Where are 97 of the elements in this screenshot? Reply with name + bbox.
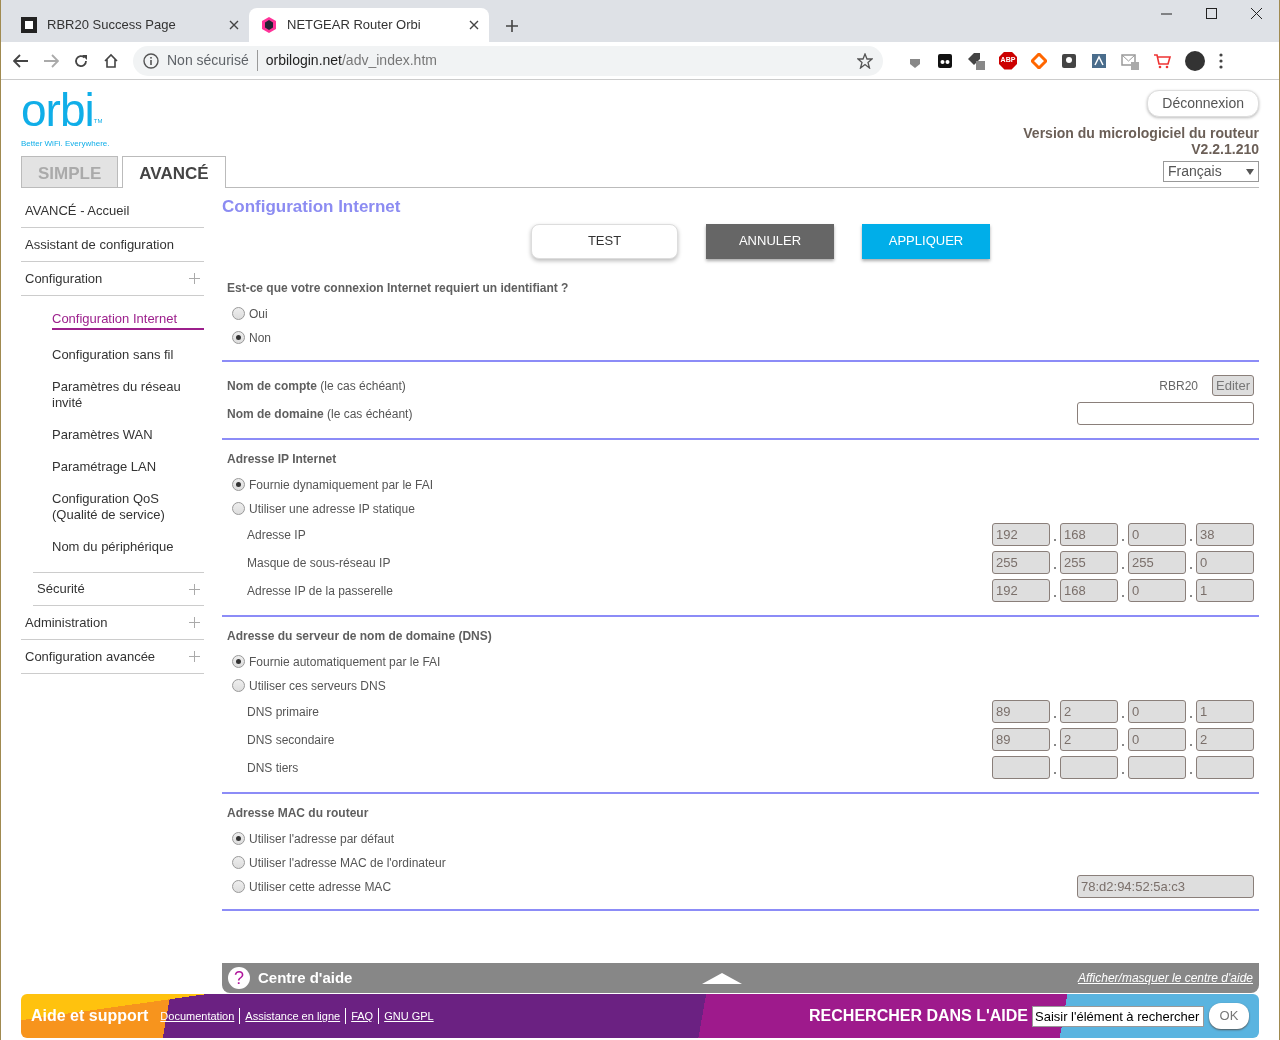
sidebar-subitem[interactable]: Paramètres du réseau invité: [52, 372, 204, 418]
address-bar[interactable]: Non sécurisé orbilogin.net/adv_index.htm: [133, 45, 883, 76]
radio-label: Utiliser une adresse IP statique: [249, 500, 415, 518]
radio-button[interactable]: [232, 856, 245, 869]
sidebar-subitem[interactable]: Paramètres WAN: [52, 420, 204, 450]
field-label: Nom de domaine (le cas échéant): [227, 405, 413, 423]
radio-button[interactable]: [232, 502, 245, 515]
favicon-icon: [261, 17, 277, 33]
tag-icon[interactable]: [967, 51, 985, 70]
back-arrow-icon[interactable]: [13, 53, 29, 68]
collapse-arrow-icon[interactable]: [702, 972, 743, 984]
field-label: DNS secondaire: [247, 731, 335, 749]
star-icon[interactable]: [857, 52, 873, 69]
domain-name-field[interactable]: [1077, 402, 1254, 425]
section-title: Est-ce que votre connexion Internet requiert un identifiant ?: [227, 279, 570, 297]
close-icon[interactable]: [469, 20, 479, 30]
cart-icon[interactable]: [1153, 52, 1171, 69]
section-title: Adresse IP Internet: [227, 450, 338, 468]
footer-title: Aide et support: [31, 1006, 149, 1026]
footer-link[interactable]: Assistance en ligne: [239, 1007, 346, 1025]
action-button[interactable]: ANNULER: [706, 223, 834, 259]
new-tab-icon[interactable]: [505, 18, 519, 33]
sidebar-item[interactable]: Configuration: [21, 262, 204, 296]
sidebar-subitem[interactable]: Nom du périphérique: [52, 532, 204, 562]
plus-icon[interactable]: [189, 651, 200, 662]
radio-label: Fournie dynamiquement par le FAI: [249, 476, 434, 494]
firmware-label: Version du micrologiciel du routeur: [1023, 125, 1259, 141]
browser-tab[interactable]: NETGEAR Router Orbi: [249, 8, 489, 42]
close-icon[interactable]: [1251, 8, 1262, 19]
favicon-icon: [21, 17, 37, 33]
radio-button[interactable]: [232, 307, 245, 320]
plus-icon[interactable]: [189, 583, 200, 595]
menu-icon[interactable]: [1219, 52, 1223, 69]
radio-label: Utiliser l'adresse MAC de l'ordinateur: [249, 854, 446, 872]
search-ok-button[interactable]: OK: [1209, 1003, 1249, 1029]
field-label: Adresse IP de la passerelle: [247, 582, 393, 600]
diamond-icon[interactable]: [1031, 52, 1047, 69]
field-label: Nom de compte (le cas échéant): [227, 377, 406, 395]
sidebar-subitem[interactable]: Configuration Internet: [52, 304, 204, 330]
firmware-version: V2.2.1.210: [1191, 141, 1259, 157]
account-value: RBR20: [1159, 377, 1199, 395]
avatar-icon[interactable]: [1185, 50, 1205, 71]
help-center-title: Centre d'aide: [258, 967, 353, 988]
help-search-label: RECHERCHER DANS L'AIDE: [809, 1006, 1028, 1026]
radio-button[interactable]: [232, 832, 245, 845]
radio-label: Utiliser l'adresse par défaut: [249, 830, 395, 848]
sidebar-item[interactable]: Configuration avancée: [21, 640, 204, 674]
radio-label: Fournie automatiquement par le FAI: [249, 653, 441, 671]
radio-button[interactable]: [232, 655, 245, 668]
reload-icon[interactable]: [73, 52, 89, 69]
field-label: Adresse IP: [247, 526, 306, 544]
dropdown-caret-icon: [1246, 168, 1254, 175]
radio-label: Oui: [249, 305, 268, 323]
radio-label: Utiliser ces serveurs DNS: [249, 677, 386, 695]
help-icon[interactable]: ?: [228, 967, 250, 989]
url-text: orbilogin.net/adv_index.htm: [265, 51, 438, 70]
action-button[interactable]: TEST: [531, 223, 678, 259]
field-label: DNS primaire: [247, 703, 319, 721]
sidebar-item[interactable]: Assistant de configuration: [21, 228, 204, 262]
forward-arrow-icon[interactable]: [43, 53, 59, 68]
field-label: Masque de sous-réseau IP: [247, 554, 391, 572]
radio-label: Non: [249, 329, 271, 347]
logout-button[interactable]: Déconnexion: [1147, 90, 1259, 117]
section-title: Adresse du serveur de nom de domaine (DNS): [227, 627, 493, 645]
section-title: Adresse MAC du routeur: [227, 804, 370, 822]
glasses-icon[interactable]: [937, 52, 953, 69]
mode-tab[interactable]: AVANCÉ: [122, 156, 226, 188]
sidebar-item[interactable]: Administration: [21, 606, 204, 640]
security-status: Non sécurisé: [167, 50, 258, 71]
language-select[interactable]: Français: [1163, 161, 1259, 182]
home-icon[interactable]: [103, 52, 119, 69]
help-toggle-link[interactable]: Afficher/masquer le centre d'aide: [1077, 969, 1253, 987]
edit-button[interactable]: Editer: [1212, 374, 1254, 397]
maximize-icon[interactable]: [1206, 8, 1217, 19]
sidebar-subitem[interactable]: Paramétrage LAN: [52, 452, 204, 482]
sidebar-subitem[interactable]: Configuration sans fil: [52, 340, 204, 370]
radio-button[interactable]: [232, 679, 245, 692]
plus-icon[interactable]: [189, 273, 200, 284]
footer-link[interactable]: FAQ: [345, 1007, 379, 1025]
sidebar-item[interactable]: AVANCÉ - Accueil: [21, 194, 204, 228]
page-title: Configuration Internet: [222, 196, 402, 218]
sidebar-subitem[interactable]: Configuration QoS (Qualité de service): [52, 484, 204, 530]
mail-icon[interactable]: [1121, 51, 1139, 70]
plus-icon[interactable]: [189, 617, 200, 628]
footer-link[interactable]: GNU GPL: [378, 1007, 439, 1025]
radio-button[interactable]: [232, 331, 245, 344]
radio-button[interactable]: [232, 478, 245, 491]
browser-tab[interactable]: RBR20 Success Page: [9, 8, 249, 42]
info-icon: [143, 52, 159, 69]
sidebar-item[interactable]: Sécurité: [33, 572, 204, 606]
tab-title: RBR20 Success Page: [47, 16, 177, 35]
help-search-field[interactable]: Saisir l'élément à rechercher: [1032, 1005, 1204, 1027]
logo-tagline: Better WiFi. Everywhere.: [21, 138, 110, 150]
radio-label: Utiliser cette adresse MAC: [249, 878, 392, 896]
tab-title: NETGEAR Router Orbi: [287, 16, 422, 35]
field-label: DNS tiers: [247, 759, 299, 777]
close-icon[interactable]: [229, 20, 239, 30]
